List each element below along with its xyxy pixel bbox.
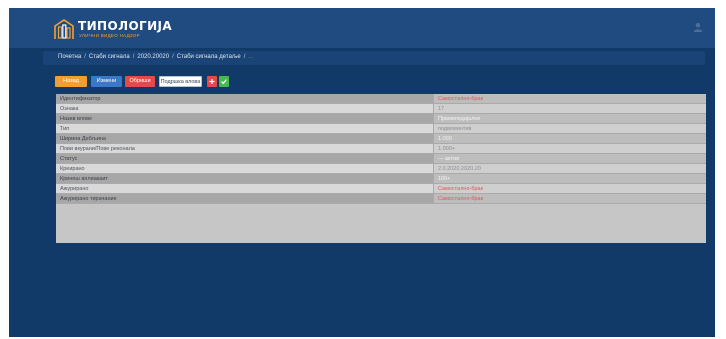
- row-label: Идентификатор: [56, 94, 434, 103]
- edit-button[interactable]: Измени: [91, 76, 122, 87]
- row-value: Самостално-брак: [434, 194, 706, 203]
- row-label: Креирано: [56, 164, 434, 173]
- table-row: Креирано 2.0.2020.2020.20: [56, 164, 706, 174]
- user-icon[interactable]: [693, 22, 703, 32]
- row-value: 1.000: [434, 134, 706, 143]
- breadcrumb: Почетна / Стаби сигнала/2020.20020/Стаби с…: [43, 51, 705, 65]
- confirm-button[interactable]: [219, 76, 229, 87]
- row-value: Првемпедијалне: [434, 114, 706, 123]
- row-value: — актив: [434, 154, 706, 163]
- row-label: Назив влове: [56, 114, 434, 123]
- row-label: Тип: [56, 124, 434, 133]
- delete-button-label: Обриши: [129, 78, 151, 84]
- table-row: Ширина Дебљина 1.000: [56, 134, 706, 144]
- breadcrumb-current: ...: [248, 54, 254, 60]
- row-value: 2.0.2020.2020.20: [434, 164, 706, 173]
- building-icon: [54, 19, 74, 39]
- row-value: Самостално-брак: [434, 94, 706, 103]
- check-icon: [221, 79, 227, 85]
- table-row: Тип подвоминтив: [56, 124, 706, 134]
- breadcrumb-level-1[interactable]: Стаби сигнала: [89, 54, 130, 60]
- back-button-label: Назад: [63, 78, 79, 84]
- table-row: Ознака 17: [56, 104, 706, 114]
- card-button-label: Подршка влова: [160, 79, 201, 85]
- table-row: Идентификатор Самостално-брак: [56, 94, 706, 104]
- row-label: Статус: [56, 154, 434, 163]
- table-row: Кринеш аплиакаит 100+: [56, 174, 706, 184]
- app-header: ТИПОЛОГИЈА УЛИЧНИ ВИДЕО НАДЗОР: [9, 8, 715, 48]
- app-logo[interactable]: ТИПОЛОГИЈА УЛИЧНИ ВИДЕО НАДЗОР: [53, 18, 173, 42]
- details-table: Идентификатор Самостално-брак Ознака 17 …: [56, 94, 706, 243]
- table-row: Ажурирано Самостално-брак: [56, 184, 706, 194]
- add-button[interactable]: [207, 76, 217, 87]
- table-row: Пови вкурани/Пове реконала 1.000+: [56, 144, 706, 154]
- delete-button[interactable]: Обриши: [125, 76, 155, 87]
- row-value: подвоминтив: [434, 124, 706, 133]
- table-row: Назив влове Првемпедијалне: [56, 114, 706, 124]
- row-label: Кринеш аплиакаит: [56, 174, 434, 183]
- breadcrumb-home[interactable]: Почетна: [58, 54, 81, 60]
- app-subtitle: УЛИЧНИ ВИДЕО НАДЗОР: [79, 33, 140, 38]
- plus-icon: [209, 79, 215, 84]
- row-value: 17: [434, 104, 706, 113]
- row-label: Ширина Дебљина: [56, 134, 434, 143]
- table-row: Ажурирано тирачание Самостално-брак: [56, 194, 706, 204]
- row-label: Пови вкурани/Пове реконала: [56, 144, 434, 153]
- row-label: Ажурирано тирачание: [56, 194, 434, 203]
- row-label: Ажурирано: [56, 184, 434, 193]
- back-button[interactable]: Назад: [55, 76, 87, 87]
- row-label: Ознака: [56, 104, 434, 113]
- row-value: 1.000+: [434, 144, 706, 153]
- row-value: 100+: [434, 174, 706, 183]
- card-button[interactable]: Подршка влова: [159, 76, 202, 87]
- edit-button-label: Измени: [96, 78, 117, 84]
- breadcrumb-level-2[interactable]: 2020.20020: [137, 54, 169, 60]
- app-frame: ТИПОЛОГИЈА УЛИЧНИ ВИДЕО НАДЗОР Почетна / С…: [9, 8, 715, 337]
- table-row: Статус — актив: [56, 154, 706, 164]
- row-value: Самостално-брак: [434, 184, 706, 193]
- breadcrumb-level-3[interactable]: Стаби сигнала детаље: [177, 54, 241, 60]
- app-title: ТИПОЛОГИЈА: [78, 19, 173, 33]
